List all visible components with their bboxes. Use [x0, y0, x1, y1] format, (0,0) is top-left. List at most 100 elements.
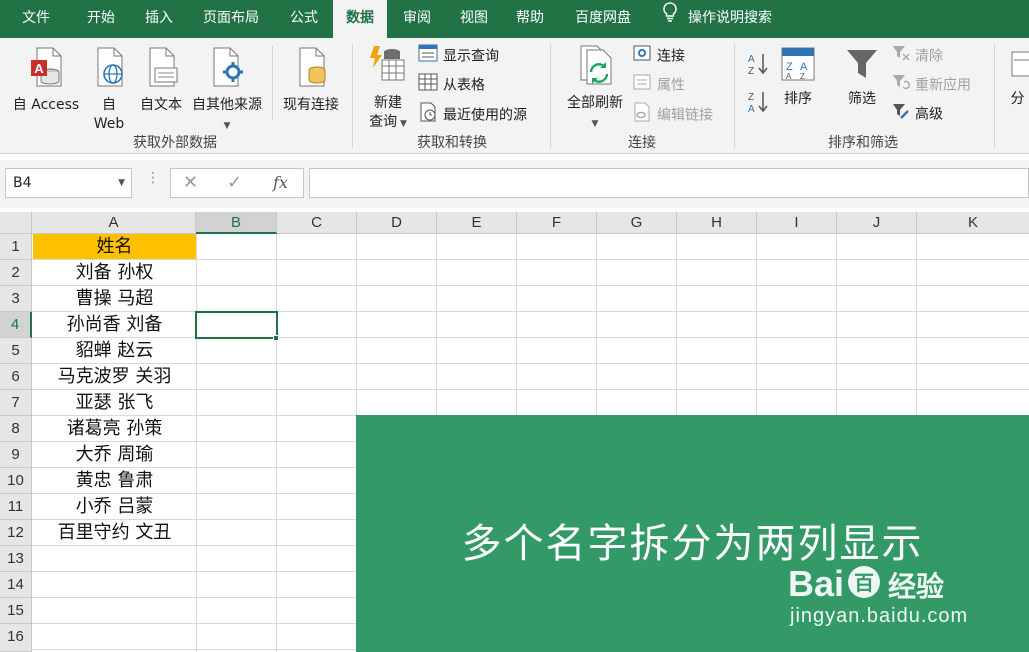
cell-a12[interactable]: 百里守约 文丑: [33, 520, 196, 545]
from-other-sources-button[interactable]: 自其他来源 ▼: [188, 46, 266, 136]
column-header-f[interactable]: F: [517, 212, 597, 234]
refresh-all-label: 全部刷新: [567, 95, 623, 111]
recent-sources-button[interactable]: 最近使用的源: [418, 102, 527, 124]
name-box[interactable]: B4 ▼: [5, 168, 132, 198]
row-header[interactable]: 2: [0, 260, 32, 286]
tab-help[interactable]: 帮助: [504, 0, 556, 38]
connections-button[interactable]: 连接: [632, 44, 685, 66]
active-cell-b4[interactable]: [195, 311, 278, 339]
tab-baidu-netdisk[interactable]: 百度网盘: [562, 0, 644, 38]
cell-a9[interactable]: 大乔 周瑜: [33, 442, 196, 467]
properties-icon: [632, 73, 652, 98]
existing-connections-label: 现有连接: [283, 97, 339, 113]
from-text-button[interactable]: 自文本: [136, 46, 186, 115]
tab-file[interactable]: 文件: [8, 0, 64, 38]
row-header[interactable]: 7: [0, 390, 32, 416]
select-all-corner[interactable]: [0, 212, 32, 234]
show-queries-button[interactable]: 显示查询: [418, 44, 499, 66]
column-header-d[interactable]: D: [357, 212, 437, 234]
chevron-down-icon[interactable]: ▼: [118, 169, 125, 197]
tab-insert[interactable]: 插入: [134, 0, 184, 38]
cell-a5[interactable]: 貂蝉 赵云: [33, 338, 196, 363]
cell-a7[interactable]: 亚瑟 张飞: [33, 390, 196, 415]
column-header-e[interactable]: E: [437, 212, 517, 234]
row-header[interactable]: 5: [0, 338, 32, 364]
cell-a6[interactable]: 马克波罗 关羽: [33, 364, 196, 389]
fill-handle[interactable]: [273, 335, 279, 341]
tab-review[interactable]: 审阅: [391, 0, 443, 38]
advanced-filter-button[interactable]: 高级: [892, 102, 943, 124]
row-header[interactable]: 10: [0, 468, 32, 494]
tab-home[interactable]: 开始: [72, 0, 130, 38]
sort-descending-button[interactable]: ZA: [744, 90, 772, 122]
from-web-button[interactable]: 自 Web: [88, 46, 130, 134]
row-header[interactable]: 9: [0, 442, 32, 468]
row-header[interactable]: 8: [0, 416, 32, 442]
from-table-button[interactable]: 从表格: [418, 73, 485, 95]
column-header-b[interactable]: B: [196, 212, 277, 234]
filter-label: 筛选: [848, 91, 876, 107]
row-header-selected[interactable]: 4: [0, 312, 32, 338]
formula-bar: B4 ▼ ⋮ ✕ ✓ fx: [0, 160, 1029, 208]
tell-me-search[interactable]: 操作说明搜索: [662, 0, 772, 38]
row-header[interactable]: 11: [0, 494, 32, 520]
sort-ascending-button[interactable]: AZ: [744, 52, 772, 84]
svg-text:A: A: [34, 61, 44, 76]
sort-button[interactable]: ZAAZ 排序: [778, 46, 818, 109]
row-header[interactable]: 3: [0, 286, 32, 312]
group-label-external-data: 获取外部数据: [133, 135, 217, 151]
row-header[interactable]: 1: [0, 234, 32, 260]
paw-icon: 百: [846, 564, 882, 604]
column-header-j[interactable]: J: [837, 212, 917, 234]
formula-input[interactable]: [309, 168, 1029, 198]
advanced-filter-label: 高级: [915, 106, 943, 123]
show-queries-label: 显示查询: [443, 48, 499, 65]
ribbon-panel: A 自 Access 自 Web 自文本 自其他来源 ▼ 现有连接 获取外部数据: [0, 38, 1029, 154]
cell-a4[interactable]: 孙尚香 刘备: [33, 312, 196, 337]
advanced-filter-icon: [892, 102, 910, 127]
text-to-columns-button[interactable]: 分: [1006, 46, 1029, 109]
row-header[interactable]: 6: [0, 364, 32, 390]
cancel-x-icon[interactable]: ✕: [183, 169, 198, 197]
column-header-a[interactable]: A: [32, 212, 196, 234]
cell-a8[interactable]: 诸葛亮 孙策: [33, 416, 196, 441]
row-header[interactable]: 12: [0, 520, 32, 546]
tab-data[interactable]: 数据: [333, 0, 387, 38]
row-header[interactable]: 16: [0, 624, 32, 652]
name-box-value: B4: [13, 175, 32, 191]
from-web-label-1: 自: [102, 97, 116, 113]
cell-a10[interactable]: 黄忠 鲁肃: [33, 468, 196, 493]
filter-button[interactable]: 筛选: [840, 46, 884, 109]
row-header[interactable]: 13: [0, 546, 32, 572]
cell-a1-header[interactable]: 姓名: [33, 234, 196, 259]
tab-formulas[interactable]: 公式: [278, 0, 330, 38]
column-header-g[interactable]: G: [597, 212, 677, 234]
refresh-all-button[interactable]: 全部刷新 ▼: [562, 44, 628, 134]
ribbon-divider: [272, 46, 273, 120]
column-header-k[interactable]: K: [917, 212, 1029, 234]
svg-text:Z: Z: [800, 72, 805, 81]
chevron-down-icon: ▼: [397, 119, 407, 129]
column-header-h[interactable]: H: [677, 212, 757, 234]
new-query-icon: [362, 44, 414, 92]
row-header[interactable]: 14: [0, 572, 32, 598]
from-access-button[interactable]: A 自 Access: [8, 46, 84, 115]
existing-connections-button[interactable]: 现有连接: [278, 46, 344, 115]
ribbon-tab-bar: 文件 开始 插入 页面布局 公式 数据 审阅 视图 帮助 百度网盘 操作说明搜索: [0, 0, 1029, 38]
svg-text:百: 百: [854, 571, 874, 595]
tab-view[interactable]: 视图: [448, 0, 500, 38]
properties-button[interactable]: 属性: [632, 73, 685, 95]
reapply-filter-button[interactable]: 重新应用: [892, 73, 971, 95]
enter-check-icon[interactable]: ✓: [227, 169, 242, 197]
edit-links-button[interactable]: 编辑链接: [632, 102, 713, 124]
column-header-c[interactable]: C: [277, 212, 357, 234]
cell-a2[interactable]: 刘备 孙权: [33, 260, 196, 285]
cell-a11[interactable]: 小乔 吕蒙: [33, 494, 196, 519]
row-header[interactable]: 15: [0, 598, 32, 624]
clear-filter-button[interactable]: 清除: [892, 44, 943, 66]
tab-page-layout[interactable]: 页面布局: [192, 0, 270, 38]
insert-function-button[interactable]: fx: [273, 169, 288, 197]
new-query-button[interactable]: 新建 查询 ▼: [362, 44, 414, 134]
cell-a3[interactable]: 曹操 马超: [33, 286, 196, 311]
column-header-i[interactable]: I: [757, 212, 837, 234]
